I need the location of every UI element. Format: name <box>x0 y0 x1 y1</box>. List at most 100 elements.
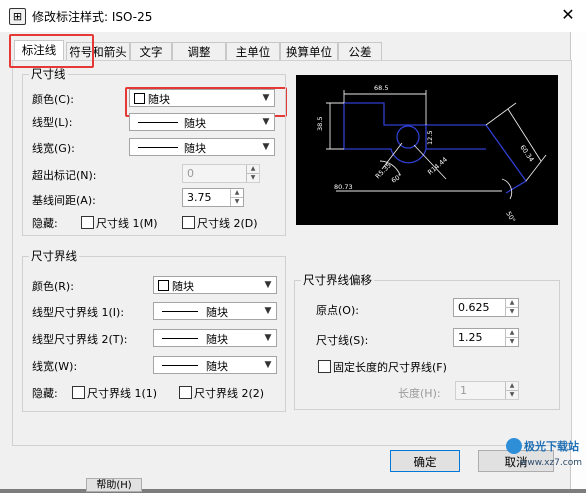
line-sample <box>138 122 178 123</box>
dialog-title: 修改标注样式: ISO-25 <box>32 10 153 24</box>
dimline-offset-value: 1.25 <box>458 331 483 344</box>
tab-alternate-units[interactable]: 换算单位 <box>280 42 338 61</box>
ext1-linetype-value: 随块 <box>206 306 228 319</box>
chevron-down-icon: ▼ <box>262 142 270 152</box>
chevron-down-icon: ▼ <box>264 280 272 290</box>
color-swatch <box>158 280 169 291</box>
length-label: 长度(H): <box>398 387 441 400</box>
extline-color-value: 随块 <box>172 280 194 293</box>
spin-up-icon[interactable]: ▲ <box>505 299 518 308</box>
chevron-down-icon: ▼ <box>262 117 270 127</box>
extline-color-label: 颜色(R): <box>32 280 74 293</box>
dimline-offset-spinner[interactable]: 1.25 ▲ ▼ <box>453 328 519 347</box>
baseline-spacing-label: 基线间距(A): <box>32 194 96 207</box>
tab-text[interactable]: 文字 <box>130 42 172 61</box>
extend-beyond-ticks-value: 0 <box>187 167 194 180</box>
spin-down-icon[interactable]: ▼ <box>505 338 518 346</box>
spin-up-icon: ▲ <box>505 382 518 391</box>
dimension-preview: 68.5 38.5 R14.44 80.73 60° R5.35 60.34 5… <box>296 75 558 225</box>
dimline-lineweight-value: 随块 <box>184 142 206 155</box>
tab-tolerances[interactable]: 公差 <box>338 42 382 61</box>
dimline-lineweight-select[interactable]: 随块 ▼ <box>129 138 275 156</box>
hide-dimline1-label: 尺寸线 1(M) <box>96 217 158 230</box>
chevron-down-icon: ▼ <box>264 306 272 316</box>
dimline-color-select[interactable]: 随块 ▼ <box>129 89 275 107</box>
chevron-down-icon: ▼ <box>264 333 272 343</box>
offset-legend: 尺寸界线偏移 <box>303 273 372 287</box>
ok-button[interactable]: 确定 <box>390 450 460 472</box>
extline-lineweight-label: 线宽(W): <box>32 360 78 373</box>
tab-fit[interactable]: 调整 <box>172 42 226 61</box>
preview-part-top <box>344 102 426 126</box>
ext1-linetype-select[interactable]: 随块 ▼ <box>153 302 277 320</box>
ext1-linetype-label: 线型尺寸界线 1(I): <box>32 306 125 319</box>
preview-label: R14.44 <box>426 156 449 177</box>
watermark-brand: 极光下载站 <box>524 440 579 453</box>
hide-dimline2-checkbox[interactable] <box>182 216 195 229</box>
origin-offset-value: 0.625 <box>458 301 490 314</box>
spin-down-icon[interactable]: ▼ <box>505 308 518 316</box>
preview-label: 80.73 <box>334 183 353 191</box>
hide-dimline1-checkbox[interactable] <box>81 216 94 229</box>
preview-label: 12.5 <box>426 131 434 145</box>
extend-beyond-ticks-label: 超出标记(N): <box>32 169 97 182</box>
dimline-lineweight-label: 线宽(G): <box>32 142 75 155</box>
hide-extline2-label: 尺寸界线 2(2) <box>194 387 265 400</box>
length-value: 1 <box>460 384 467 397</box>
fixed-length-checkbox[interactable] <box>318 360 331 373</box>
preview-part-outline <box>343 103 527 194</box>
baseline-spacing-spinner[interactable]: 3.75 ▲ ▼ <box>182 188 244 207</box>
dimension-line-legend: 尺寸线 <box>31 67 66 81</box>
ext2-linetype-value: 随块 <box>206 333 228 346</box>
origin-offset-spinner[interactable]: 0.625 ▲ ▼ <box>453 298 519 317</box>
dimline-hide-label: 隐藏: <box>32 217 58 230</box>
extline-hide-label: 隐藏: <box>32 387 58 400</box>
spin-down-icon: ▼ <box>505 391 518 399</box>
preview-label: 60° <box>390 172 404 185</box>
spin-up-icon[interactable]: ▲ <box>230 189 243 198</box>
spin-down-icon: ▼ <box>246 174 259 182</box>
chevron-down-icon: ▼ <box>264 360 272 370</box>
dimline-color-label: 颜色(C): <box>32 93 74 106</box>
close-button[interactable]: ✕ <box>556 4 580 26</box>
highlight-box-tab <box>9 34 94 68</box>
preview-label: 60.34 <box>518 144 535 164</box>
dimline-linetype-value: 随块 <box>184 117 206 130</box>
line-sample <box>162 338 198 339</box>
extline-lineweight-value: 随块 <box>206 360 228 373</box>
tab-primary-units[interactable]: 主单位 <box>226 42 280 61</box>
dimline-color-value: 随块 <box>148 93 170 106</box>
preview-label: 50° <box>504 210 517 224</box>
dimline-linetype-select[interactable]: 随块 ▼ <box>129 113 275 131</box>
spin-up-icon[interactable]: ▲ <box>505 329 518 338</box>
ext2-linetype-label: 线型尺寸界线 2(T): <box>32 333 128 346</box>
fixed-length-label: 固定长度的尺寸界线(F) <box>333 361 447 374</box>
spin-up-icon: ▲ <box>246 165 259 174</box>
hide-extline2-checkbox[interactable] <box>179 386 192 399</box>
background-window-strip <box>570 32 586 489</box>
color-swatch <box>134 93 145 104</box>
line-sample <box>138 147 178 148</box>
length-spinner: 1 ▲ ▼ <box>455 381 519 400</box>
spin-down-icon[interactable]: ▼ <box>230 198 243 206</box>
extension-line-legend: 尺寸界线 <box>31 249 77 263</box>
extend-beyond-ticks-spinner: 0 ▲ ▼ <box>182 164 260 183</box>
origin-offset-label: 原点(O): <box>316 304 359 317</box>
title-bar: ⊞ 修改标注样式: ISO-25 ✕ <box>0 0 586 32</box>
extline-color-select[interactable]: 随块 ▼ <box>153 276 277 294</box>
line-sample <box>162 311 198 312</box>
dimline-linetype-label: 线型(L): <box>32 116 73 129</box>
dimline-offset-label: 尺寸线(S): <box>316 334 369 347</box>
hide-dimline2-label: 尺寸线 2(D) <box>197 217 258 230</box>
preview-drawing: 68.5 38.5 R14.44 80.73 60° R5.35 60.34 5… <box>316 84 547 224</box>
baseline-spacing-value: 3.75 <box>187 191 212 204</box>
preview-label: 68.5 <box>374 84 388 92</box>
preview-label: 38.5 <box>316 117 324 131</box>
extline-lineweight-select[interactable]: 随块 ▼ <box>153 356 277 374</box>
ext2-linetype-select[interactable]: 随块 ▼ <box>153 329 277 347</box>
hide-extline1-checkbox[interactable] <box>72 386 85 399</box>
modify-dimension-style-dialog: ⊞ 修改标注样式: ISO-25 ✕ 标注线 符号和箭头 文字 调整 主单位 换… <box>0 0 586 492</box>
line-sample <box>162 365 198 366</box>
help-button[interactable]: 帮助(H) <box>86 478 142 492</box>
hide-extline1-label: 尺寸界线 1(1) <box>87 387 158 400</box>
